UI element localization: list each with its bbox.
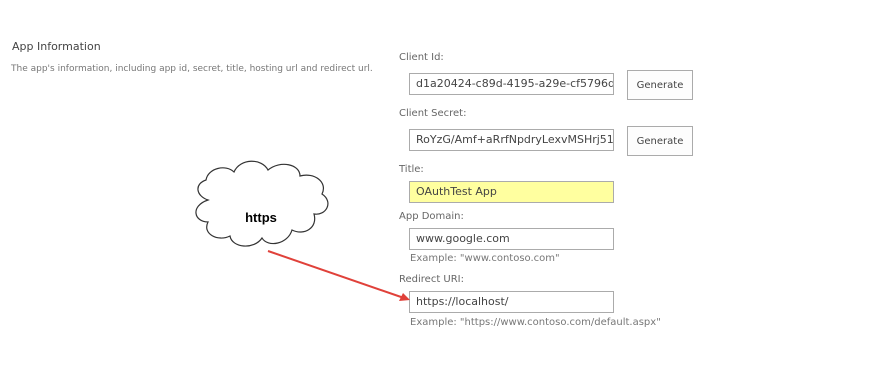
redirect-arrow-line — [267, 250, 405, 299]
annotation-overlay — [195, 160, 410, 301]
callout-text: https — [245, 210, 277, 225]
cloud-callout-shape — [195, 160, 329, 247]
